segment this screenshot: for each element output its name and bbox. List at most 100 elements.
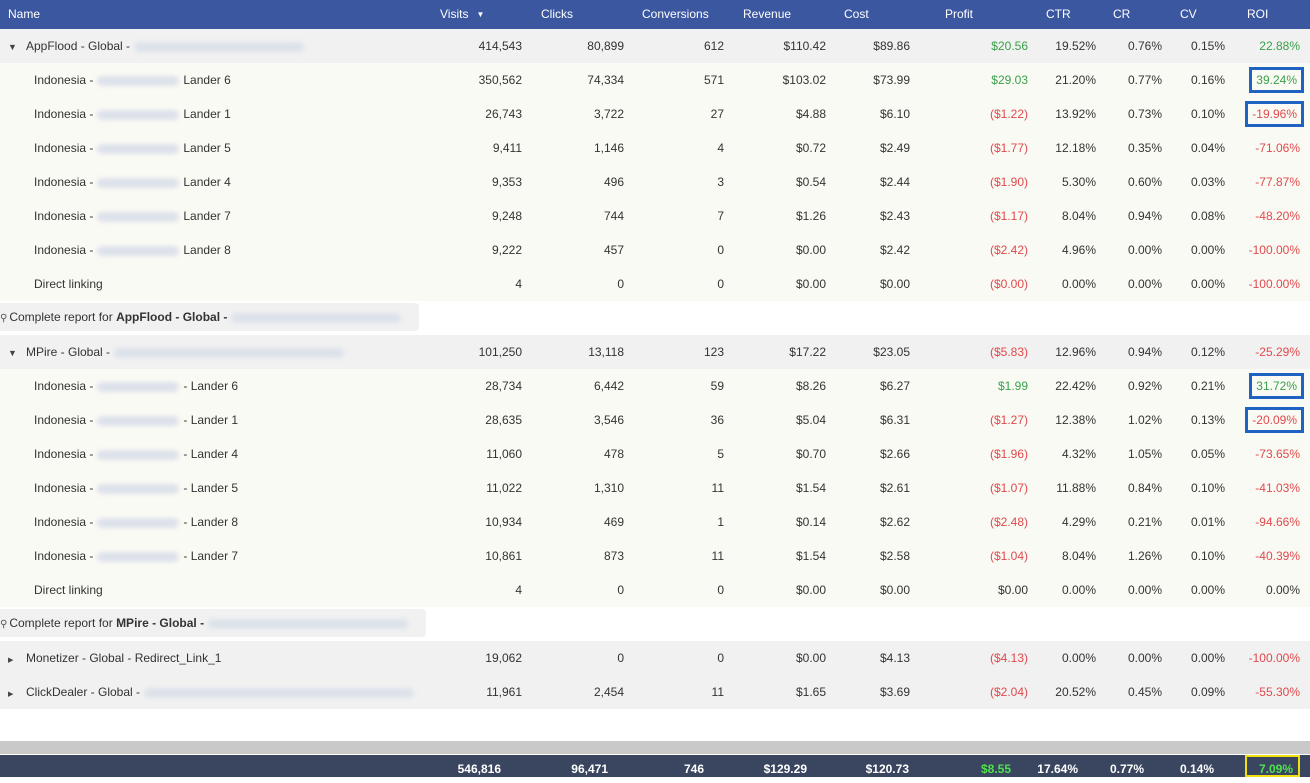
- cell-conversions: 59: [710, 379, 724, 393]
- cell-clicks: 873: [603, 549, 624, 563]
- cell-cost: $2.44: [879, 175, 910, 189]
- cell-cv: 0.04%: [1190, 141, 1225, 155]
- col-cost[interactable]: Cost: [844, 0, 869, 29]
- cell-clicks: 478: [603, 447, 624, 461]
- redacted-text: [97, 551, 180, 562]
- cell-roi: -73.65%: [1255, 447, 1300, 461]
- cell-cr: 1.02%: [1127, 413, 1162, 427]
- cell-conversions: 11: [711, 685, 724, 699]
- group-row[interactable]: ▶ ClickDealer - Global - 11,961 2,454 11 $1.6…: [0, 675, 1310, 709]
- cell-cv: 0.10%: [1190, 481, 1225, 495]
- cell-roi: -20.09%: [1245, 407, 1304, 433]
- redacted-text: [97, 449, 180, 460]
- row-suffix: - Lander 5: [183, 481, 239, 495]
- row-prefix: Indonesia -: [34, 141, 94, 155]
- cell-roi: -100.00%: [1248, 243, 1300, 257]
- cell-conversions: 11: [711, 481, 724, 495]
- list-item[interactable]: Direct linking 4 0 0 $0.00 $0.00 $0.00 0.00% 0.0…: [0, 573, 1310, 607]
- group-row[interactable]: ▼ MPire - Global - 101,250 13,118 123 $17.22 $…: [0, 335, 1310, 369]
- cell-cost: $89.86: [873, 39, 910, 53]
- list-item[interactable]: Indonesia - Lander 8 9,222 457 0 $0.00 $2.42 ($…: [0, 233, 1310, 267]
- caret-down-icon[interactable]: ▼: [8, 336, 26, 370]
- cell-cr: 0.76%: [1127, 39, 1162, 53]
- col-cr[interactable]: CR: [1113, 0, 1130, 29]
- col-roi[interactable]: ROI: [1247, 0, 1268, 29]
- row-prefix: Direct linking: [34, 583, 103, 597]
- row-suffix: Lander 6: [183, 73, 231, 87]
- caret-down-icon[interactable]: ▼: [8, 30, 26, 64]
- cell-cv: 0.01%: [1190, 515, 1225, 529]
- cell-conversions: 0: [717, 651, 724, 665]
- row-suffix: - Lander 1: [183, 413, 239, 427]
- redacted-text: [97, 143, 180, 154]
- redacted-text: [114, 347, 345, 358]
- sort-desc-icon[interactable]: ▼: [476, 10, 484, 19]
- list-item[interactable]: Indonesia - - Lander 8 10,934 469 1 $0.14 $2.6…: [0, 505, 1310, 539]
- list-item[interactable]: Indonesia - Lander 6 350,562 74,334 571 $103.…: [0, 63, 1310, 97]
- cell-revenue: $0.14: [795, 515, 826, 529]
- cell-cost: $3.69: [879, 685, 910, 699]
- col-visits[interactable]: Visits ▼: [440, 0, 484, 29]
- cell-conversions: 4: [717, 141, 724, 155]
- redacted-text: [134, 41, 305, 52]
- complete-report-link[interactable]: ⚲ Complete report for AppFlood - Global -: [0, 303, 420, 331]
- cell-cost: $0.00: [879, 277, 910, 291]
- group-row[interactable]: ▼ AppFlood - Global - 414,543 80,899 612 $110…: [0, 29, 1310, 63]
- cell-profit: ($5.83): [989, 345, 1028, 359]
- cell-visits: 101,250: [478, 345, 522, 359]
- cell-conversions: 11: [711, 549, 724, 563]
- col-revenue[interactable]: Revenue: [743, 0, 791, 29]
- list-item[interactable]: Indonesia - - Lander 7 10,861 873 11 $1.54 $2.…: [0, 539, 1310, 573]
- row-name: Indonesia - Lander 4: [34, 165, 231, 199]
- col-profit[interactable]: Profit: [945, 0, 973, 29]
- cell-cv: 0.03%: [1190, 175, 1225, 189]
- list-item[interactable]: Indonesia - Lander 1 26,743 3,722 27 $4.88 $6.…: [0, 97, 1310, 131]
- col-name[interactable]: Name: [8, 0, 40, 29]
- cell-visits: 9,411: [492, 141, 522, 155]
- list-item[interactable]: Indonesia - - Lander 4 11,060 478 5 $0.70 $2.6…: [0, 437, 1310, 471]
- cell-cv: 0.08%: [1190, 209, 1225, 223]
- cell-cv: 0.05%: [1190, 447, 1225, 461]
- cell-cv: 0.09%: [1190, 685, 1225, 699]
- caret-right-icon[interactable]: ▶: [8, 678, 26, 712]
- list-item[interactable]: Direct linking 4 0 0 $0.00 $0.00 ($0.00) 0.00% 0…: [0, 267, 1310, 301]
- col-conversions[interactable]: Conversions: [642, 0, 709, 29]
- group-row[interactable]: ▶ Monetizer - Global - Redirect_Link_1 19,…: [0, 641, 1310, 675]
- row-prefix: Indonesia -: [34, 413, 94, 427]
- cell-ctr: 8.04%: [1061, 209, 1096, 223]
- redacted-text: [97, 381, 180, 392]
- col-clicks[interactable]: Clicks: [541, 0, 573, 29]
- cell-roi: -100.00%: [1248, 651, 1300, 665]
- group-name: ▼ AppFlood - Global -: [8, 29, 308, 63]
- cell-roi: -41.03%: [1255, 481, 1300, 495]
- col-ctr[interactable]: CTR: [1046, 0, 1071, 29]
- col-visits-label: Visits: [440, 7, 469, 21]
- cell-visits: 28,635: [485, 413, 522, 427]
- magnifier-icon: ⚲: [0, 619, 8, 630]
- complete-report-link[interactable]: ⚲ Complete report for MPire - Global -: [0, 609, 427, 637]
- cell-cv: 0.12%: [1190, 345, 1225, 359]
- horizontal-scrollbar[interactable]: [0, 741, 1310, 754]
- cell-conversions: 36: [710, 413, 724, 427]
- list-item[interactable]: Indonesia - Lander 4 9,353 496 3 $0.54 $2.44 ($…: [0, 165, 1310, 199]
- redacted-text: [97, 75, 180, 86]
- list-item[interactable]: Indonesia - - Lander 1 28,635 3,546 36 $5.04 $…: [0, 403, 1310, 437]
- row-name: Indonesia - - Lander 5: [34, 471, 238, 505]
- row-name: Indonesia - - Lander 8: [34, 505, 238, 539]
- cell-roi: -19.96%: [1245, 101, 1304, 127]
- list-item[interactable]: Indonesia - - Lander 5 11,022 1,310 11 $1.54 $…: [0, 471, 1310, 505]
- cell-visits: 350,562: [478, 73, 522, 87]
- caret-right-icon[interactable]: ▶: [8, 644, 26, 678]
- cell-visits: 19,062: [485, 651, 522, 665]
- list-item[interactable]: Indonesia - Lander 5 9,411 1,146 4 $0.72 $2.49…: [0, 131, 1310, 165]
- cell-visits: 11,060: [486, 447, 522, 461]
- cell-conversions: 0: [717, 583, 724, 597]
- cell-cost: $2.58: [879, 549, 910, 563]
- list-item[interactable]: Indonesia - - Lander 6 28,734 6,442 59 $8.26 $…: [0, 369, 1310, 403]
- cell-visits: 9,248: [491, 209, 522, 223]
- cell-cr: 0.77%: [1127, 73, 1162, 87]
- cell-revenue: $1.65: [795, 685, 826, 699]
- cell-cv: 0.10%: [1190, 549, 1225, 563]
- col-cv[interactable]: CV: [1180, 0, 1197, 29]
- list-item[interactable]: Indonesia - Lander 7 9,248 744 7 $1.26 $2.43 ($…: [0, 199, 1310, 233]
